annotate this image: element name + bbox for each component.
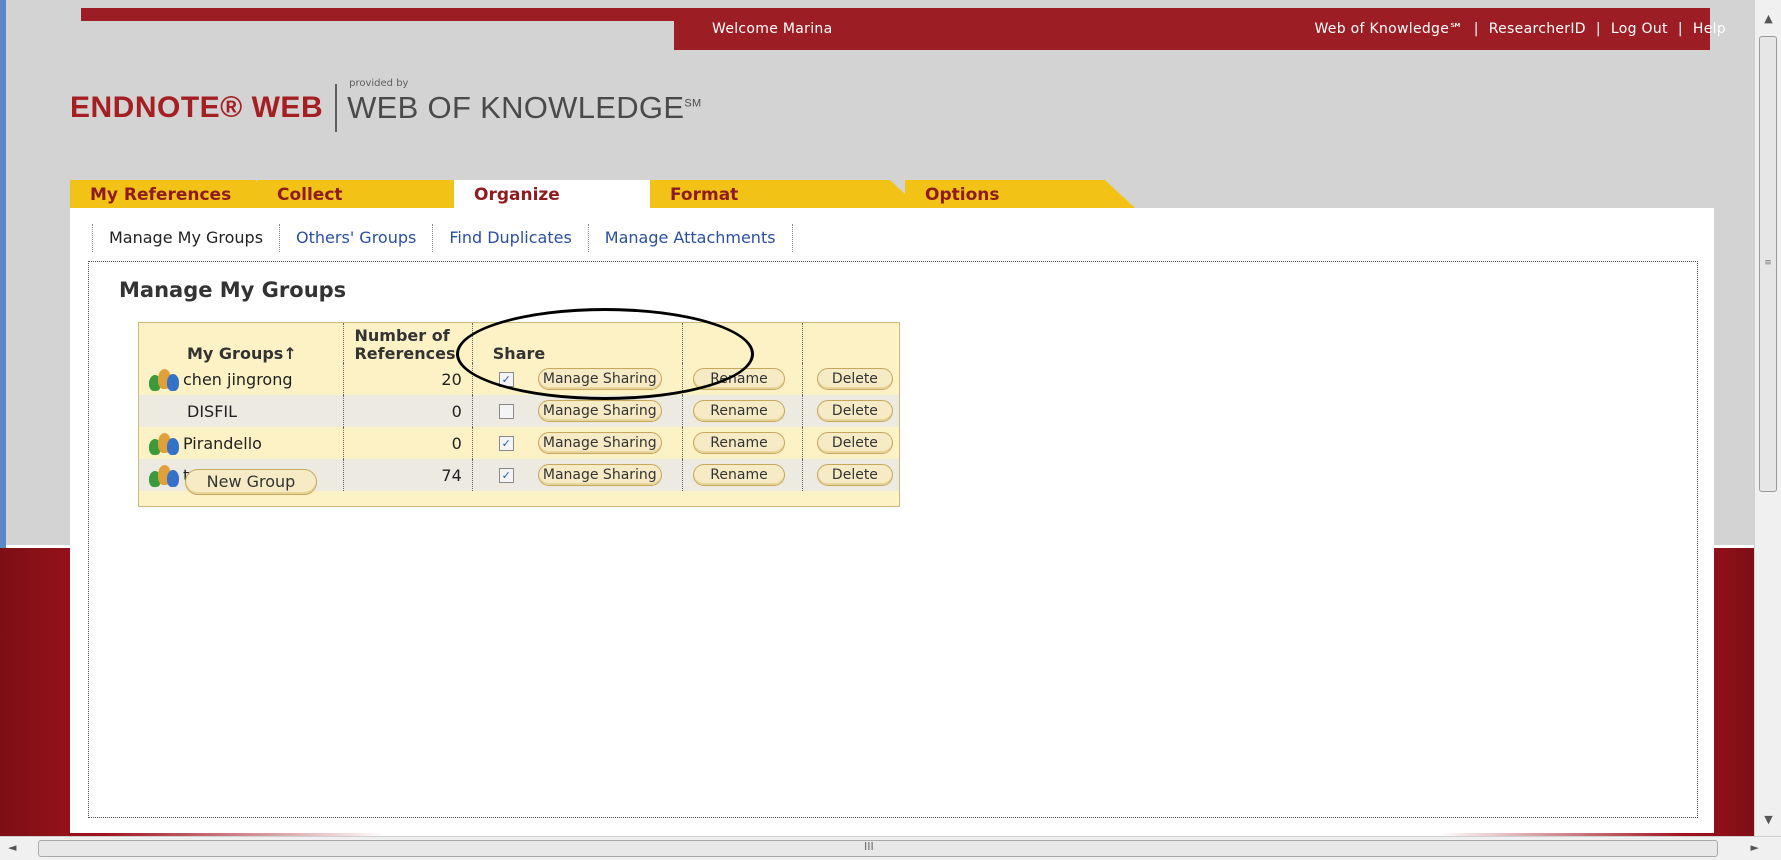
shared-group-icon <box>149 463 179 487</box>
reference-count: 0 <box>451 401 462 421</box>
table-row: Pirandello 0 ✓ Manage Sharing Rename Dele… <box>139 427 899 459</box>
log-out-link[interactable]: Log Out <box>1611 21 1668 37</box>
column-header-my-groups[interactable]: My Groups↑ <box>139 323 344 363</box>
tab-organize[interactable]: Organize <box>454 180 684 208</box>
sort-arrow-icon: ↑ <box>283 344 297 363</box>
subnav-find-duplicates[interactable]: Find Duplicates <box>433 224 589 252</box>
organize-subnav: Manage My Groups Others' Groups Find Dup… <box>92 222 793 254</box>
table-row: DISFIL 0 Manage Sharing Rename Delete <box>139 395 899 427</box>
delete-button[interactable]: Delete <box>816 368 893 390</box>
logo-endnote-text: ENDNOTE® WEB <box>70 91 324 124</box>
column-header-share: Share <box>472 323 684 363</box>
subnav-others-groups[interactable]: Others' Groups <box>280 224 434 252</box>
header-bar-left <box>81 8 691 21</box>
subnav-manage-my-groups[interactable]: Manage My Groups <box>92 224 281 252</box>
scroll-down-icon[interactable]: ▼ <box>1755 813 1781 826</box>
welcome-message: Welcome Marina <box>712 21 833 37</box>
header-links: Web of Knowledge℠ | ResearcherID | Log Out | H… <box>1314 21 1726 37</box>
delete-button[interactable]: Delete <box>816 432 893 454</box>
subnav-manage-attachments[interactable]: Manage Attachments <box>589 224 793 252</box>
content-area: Manage My Groups Others' Groups Find Dup… <box>70 208 1714 833</box>
scroll-up-icon[interactable]: ▲ <box>1755 12 1781 25</box>
vertical-scroll-thumb[interactable]: ≡ <box>1759 36 1777 492</box>
group-name-cell: chen jingrong <box>139 367 343 391</box>
manage-sharing-button[interactable]: Manage Sharing <box>537 368 662 390</box>
logo-wok-text: WEB OF KNOWLEDGESM <box>347 90 701 126</box>
help-link[interactable]: Help <box>1693 21 1726 37</box>
rename-button[interactable]: Rename <box>693 464 785 486</box>
reference-count: 0 <box>451 433 462 453</box>
researcherid-link[interactable]: ResearcherID <box>1489 21 1586 37</box>
logo-divider <box>335 84 338 132</box>
web-of-knowledge-link[interactable]: Web of Knowledge℠ <box>1314 21 1463 37</box>
my-groups-label: My Groups <box>187 344 284 363</box>
horizontal-scroll-thumb[interactable]: III <box>38 840 1718 857</box>
horizontal-scrollbar[interactable]: ◄ III ► <box>0 836 1781 860</box>
tab-format[interactable]: Format <box>650 180 920 208</box>
tab-options[interactable]: Options <box>905 180 1135 208</box>
logo-wok-name: WEB OF KNOWLEDGE <box>347 90 685 125</box>
delete-button[interactable]: Delete <box>816 464 893 486</box>
scroll-left-icon[interactable]: ◄ <box>8 841 16 854</box>
share-checkbox[interactable]: ✓ <box>498 467 514 483</box>
share-checkbox[interactable] <box>498 403 514 419</box>
shared-group-icon <box>149 431 179 455</box>
reference-count: 20 <box>441 369 462 389</box>
page-title: Manage My Groups <box>119 278 347 302</box>
link-separator: | <box>1473 21 1479 37</box>
new-group-button[interactable]: New Group <box>185 469 317 495</box>
tab-my-references[interactable]: My References <box>70 180 285 208</box>
main-tabs: My References Collect Organize Format Op… <box>70 180 1270 208</box>
group-name-cell: DISFIL <box>139 402 343 421</box>
group-name: DISFIL <box>187 401 238 421</box>
shared-group-icon <box>149 367 179 391</box>
link-separator: | <box>1677 21 1683 37</box>
link-separator: | <box>1595 21 1601 37</box>
manage-sharing-button[interactable]: Manage Sharing <box>537 464 662 486</box>
endnote-web-logo[interactable]: ENDNOTE® WEB provided by WEB OF KNOWLEDG… <box>70 78 701 138</box>
rename-button[interactable]: Rename <box>693 432 785 454</box>
rename-button[interactable]: Rename <box>693 400 785 422</box>
table-header-row: My Groups↑ Number of References Share <box>139 323 899 363</box>
delete-button[interactable]: Delete <box>816 400 893 422</box>
column-header-rename <box>682 323 803 363</box>
column-header-delete <box>802 323 899 363</box>
table-row: chen jingrong 20 ✓ Manage Sharing Rename … <box>139 363 899 395</box>
share-checkbox[interactable]: ✓ <box>498 435 514 451</box>
group-name-cell: Pirandello <box>139 431 343 455</box>
group-name: chen jingrong <box>183 369 293 389</box>
groups-grid: My Groups↑ Number of References Share ch… <box>139 323 899 491</box>
column-header-number: Number of References <box>343 323 473 363</box>
reference-count: 74 <box>441 465 462 485</box>
grip-icon: III <box>864 840 874 853</box>
rename-button[interactable]: Rename <box>693 368 785 390</box>
vertical-scrollbar[interactable]: ▲ ≡ ▼ <box>1754 0 1781 836</box>
scroll-right-icon[interactable]: ► <box>1751 841 1759 854</box>
logo-service-mark: SM <box>684 97 702 110</box>
group-name: Pirandello <box>183 433 262 453</box>
groups-table: My Groups↑ Number of References Share ch… <box>138 322 900 507</box>
manage-sharing-button[interactable]: Manage Sharing <box>537 432 662 454</box>
browser-viewport: Welcome Marina Web of Knowledge℠ | Researc… <box>0 0 1754 836</box>
logo-provided-by: provided by <box>349 78 409 89</box>
manage-sharing-button[interactable]: Manage Sharing <box>537 400 662 422</box>
grip-icon: ≡ <box>1764 258 1772 268</box>
share-checkbox[interactable]: ✓ <box>498 371 514 387</box>
